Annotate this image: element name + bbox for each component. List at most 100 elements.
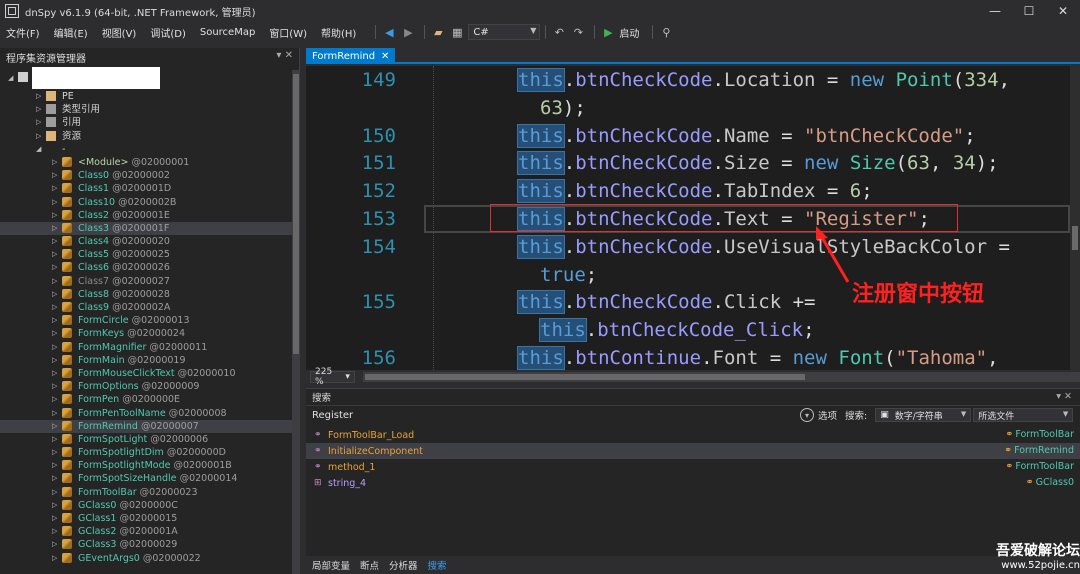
expand-icon[interactable]: ▷ [52, 472, 60, 485]
panel-controls[interactable]: ▾ ✕ [276, 50, 293, 61]
panel-controls[interactable]: ▾ ✕ [1056, 391, 1072, 402]
expand-icon[interactable]: ▷ [36, 90, 44, 103]
tree-node[interactable]: ▷ 引用 [0, 116, 292, 129]
tree-type-item[interactable]: ▷ GClass0 @0200000C [0, 499, 292, 512]
expand-icon[interactable]: ▷ [52, 327, 60, 340]
tree-node[interactable]: ▷ PE [0, 90, 292, 103]
close-button[interactable]: ✕ [1046, 0, 1080, 22]
chevron-down-icon[interactable]: ▾ [800, 408, 814, 422]
search-result-row[interactable]: ⚭ FormToolBar_Load ⚭ FormToolBar [306, 427, 1080, 443]
expand-icon[interactable]: ▷ [52, 420, 60, 433]
code-line[interactable]: 149 this.btnCheckCode.Location = new Poin… [306, 66, 1070, 94]
expand-icon[interactable]: ◢ [36, 143, 44, 156]
options-label[interactable]: 选项 [818, 408, 837, 422]
tree-type-item[interactable]: ▷ FormMain @02000019 [0, 354, 292, 367]
scrollbar-thumb[interactable] [1072, 226, 1078, 250]
tree-type-item[interactable]: ▷ Class2 @0200001E [0, 209, 292, 222]
tree-type-item[interactable]: ▷ GClass2 @0200001A [0, 525, 292, 538]
expand-icon[interactable]: ▷ [52, 486, 60, 499]
start-button[interactable]: 启动 [619, 25, 639, 40]
open-list-icon[interactable]: ▦ [449, 24, 465, 40]
scrollbar-thumb[interactable] [364, 374, 805, 380]
menu-sourcemap[interactable]: SourceMap [200, 27, 255, 38]
tree-type-item[interactable]: ▷ GClass3 @02000029 [0, 538, 292, 551]
redo-icon[interactable]: ↷ [570, 24, 586, 40]
expand-icon[interactable]: ▷ [52, 407, 60, 420]
tree-type-item[interactable]: ▷ FormSpotlightDim @0200000D [0, 446, 292, 459]
expand-icon[interactable]: ▷ [52, 380, 60, 393]
menu-edit[interactable]: 编辑(E) [54, 25, 88, 40]
tree-type-item[interactable]: ▷ Class1 @0200001D [0, 182, 292, 195]
editor-scrollbar[interactable] [1070, 66, 1080, 370]
expand-icon[interactable]: ▷ [52, 314, 60, 327]
tree-type-item[interactable]: ▷ Class7 @02000027 [0, 275, 292, 288]
maximize-button[interactable]: ☐ [1012, 0, 1046, 22]
tree-type-item[interactable]: ▷ Class4 @02000020 [0, 235, 292, 248]
scrollbar-thumb[interactable] [293, 74, 299, 354]
expand-icon[interactable]: ▷ [52, 552, 60, 565]
menu-file[interactable]: 文件(F) [6, 25, 40, 40]
menu-window[interactable]: 窗口(W) [269, 25, 307, 40]
tree-type-item[interactable]: ▷ GClass1 @02000015 [0, 512, 292, 525]
code-line[interactable]: 156 this.btnContinue.Font = new Font("Tah… [306, 344, 1070, 370]
expand-icon[interactable]: ▷ [52, 446, 60, 459]
tree-type-item[interactable]: ▷ FormRemind @02000007 [0, 419, 292, 433]
tree-type-item[interactable]: ▷ FormOptions @02000009 [0, 380, 292, 393]
code-line[interactable]: 63); [306, 94, 1070, 122]
assembly-root[interactable]: ◢ [0, 66, 292, 90]
expand-icon[interactable]: ▷ [36, 130, 44, 143]
expand-icon[interactable]: ▷ [52, 288, 60, 301]
tree-type-item[interactable]: ▷ Class5 @02000025 [0, 248, 292, 261]
tab-search[interactable]: 搜索 [428, 558, 447, 572]
expand-icon[interactable]: ▷ [36, 103, 44, 116]
close-tab-icon[interactable]: ✕ [381, 51, 389, 62]
tree-type-item[interactable]: ▷ FormSpotLight @02000006 [0, 433, 292, 446]
tree-node[interactable]: ▷ 资源 [0, 130, 292, 143]
tree-type-item[interactable]: ▷ GEventArgs0 @02000022 [0, 552, 292, 565]
expand-icon[interactable]: ▷ [52, 538, 60, 551]
tree-type-item[interactable]: ▷ Class8 @02000028 [0, 288, 292, 301]
code-line[interactable]: 150 this.btnCheckCode.Name = "btnCheckCod… [306, 122, 1070, 150]
search-type-select[interactable]: ▣ 数字/字符串 ▼ [875, 408, 972, 422]
start-icon[interactable]: ▶ [600, 24, 616, 40]
tree-type-item[interactable]: ▷ FormCircle @02000013 [0, 314, 292, 327]
expand-icon[interactable]: ▷ [52, 393, 60, 406]
open-icon[interactable]: ▰ [430, 24, 446, 40]
menu-help[interactable]: 帮助(H) [321, 25, 356, 40]
tree-type-item[interactable]: ▷ FormSpotSizeHandle @02000014 [0, 472, 292, 485]
tree-type-item[interactable]: ▷ Class3 @0200001F [0, 221, 292, 236]
tree-type-item[interactable]: ▷ FormPenToolName @02000008 [0, 407, 292, 420]
expand-icon[interactable]: ▷ [52, 275, 60, 288]
expand-icon[interactable]: ▷ [36, 116, 44, 129]
expand-icon[interactable]: ▷ [52, 512, 60, 525]
expand-icon[interactable]: ▷ [52, 222, 60, 235]
tab-analyzer[interactable]: 分析器 [389, 558, 418, 572]
tree-type-item[interactable]: ▷ FormPen @0200000E [0, 393, 292, 406]
back-icon[interactable]: ◀ [381, 24, 397, 40]
code-line[interactable]: 152 this.btnCheckCode.TabIndex = 6; [306, 177, 1070, 205]
expand-icon[interactable]: ▷ [52, 156, 60, 169]
menu-debug[interactable]: 调试(D) [150, 25, 186, 40]
tree-node[interactable]: ◢ - [0, 143, 292, 156]
code-editor[interactable]: 149 this.btnCheckCode.Location = new Poin… [306, 66, 1070, 370]
editor-hscrollbar[interactable] [362, 372, 1080, 382]
code-line[interactable]: 151 this.btnCheckCode.Size = new Size(63,… [306, 149, 1070, 177]
expand-icon[interactable]: ▷ [52, 248, 60, 261]
zoom-select[interactable]: 225 % ▾ [310, 367, 355, 387]
search-icon[interactable]: ⚲ [658, 24, 674, 40]
tree-node[interactable]: ▷ 类型引用 [0, 103, 292, 116]
expand-icon[interactable]: ▷ [52, 433, 60, 446]
expand-icon[interactable]: ▷ [52, 499, 60, 512]
tree-type-item[interactable]: ▷ Class0 @02000002 [0, 169, 292, 182]
code-line[interactable]: 154 this.btnCheckCode.UseVisualStyleBackC… [306, 233, 1070, 261]
undo-icon[interactable]: ↶ [551, 24, 567, 40]
menu-view[interactable]: 视图(V) [102, 25, 137, 40]
tree-type-item[interactable]: ▷ Class6 @02000026 [0, 261, 292, 274]
search-scope-select[interactable]: 所选文件 ▼ [973, 408, 1074, 422]
tree-type-item[interactable]: ▷ FormKeys @02000024 [0, 327, 292, 340]
language-select[interactable]: C# ▼ [468, 24, 541, 40]
tree-type-item[interactable]: ▷ FormMagnifier @02000011 [0, 341, 292, 354]
tree-type-item[interactable]: ▷ Class10 @0200002B [0, 196, 292, 209]
expand-icon[interactable]: ▷ [52, 459, 60, 472]
expand-icon[interactable]: ▷ [52, 182, 60, 195]
